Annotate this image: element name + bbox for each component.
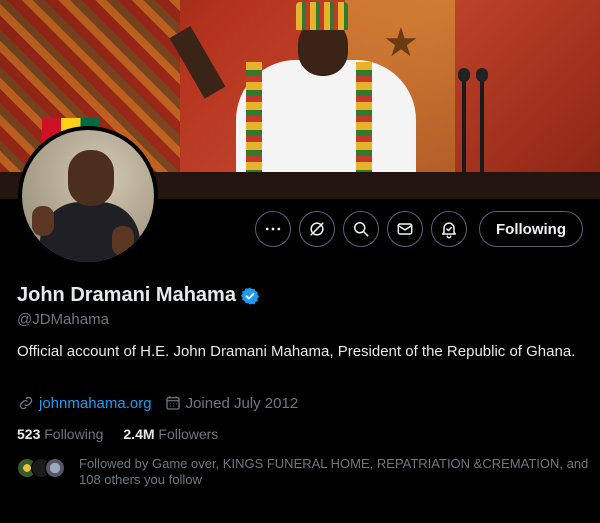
notifications-button[interactable] xyxy=(431,211,468,247)
followers-label: Followers xyxy=(158,426,219,442)
banner-mic xyxy=(458,68,470,82)
avatar-head xyxy=(68,150,114,206)
following-button[interactable]: Following xyxy=(479,211,583,247)
avatar-hand xyxy=(112,226,134,256)
profile-name-row: John Dramani Mahama xyxy=(17,284,260,307)
more-icon xyxy=(265,227,281,231)
profile-handle: @JDMahama xyxy=(17,311,109,328)
profile-meta: johnmahama.org Joined July 2012 xyxy=(17,394,298,412)
followed-by-text: Followed by Game over, KINGS FUNERAL HOM… xyxy=(79,456,589,487)
banner-gold-star: ★ xyxy=(383,21,419,65)
search-icon xyxy=(354,222,369,237)
follower-avatars xyxy=(17,458,71,478)
following-stat[interactable]: 523 Following xyxy=(17,426,103,442)
website-link[interactable]: johnmahama.org xyxy=(39,395,152,412)
grok-button[interactable] xyxy=(299,211,336,247)
calendar-icon xyxy=(165,396,180,410)
link-icon xyxy=(19,396,33,410)
joined-date: Joined July 2012 xyxy=(185,394,299,412)
profile-bio: Official account of H.E. John Dramani Ma… xyxy=(17,343,576,360)
profile-avatar[interactable] xyxy=(18,126,158,266)
message-icon xyxy=(397,223,413,235)
followers-stat[interactable]: 2.4M Followers xyxy=(123,426,218,442)
profile-actions: Following xyxy=(255,211,583,247)
banner-mic xyxy=(476,68,488,82)
following-count: 523 xyxy=(17,426,41,442)
follower-avatar xyxy=(45,458,65,478)
profile-name: John Dramani Mahama xyxy=(17,284,236,306)
banner-figure-hat xyxy=(296,2,348,30)
avatar-image xyxy=(22,130,154,262)
grok-icon xyxy=(310,222,324,236)
followed-by[interactable]: Followed by Game over, KINGS FUNERAL HOM… xyxy=(17,456,589,488)
joined-item: Joined July 2012 xyxy=(164,394,299,412)
search-button[interactable] xyxy=(343,211,380,247)
more-button[interactable] xyxy=(255,211,292,247)
verified-badge-icon[interactable] xyxy=(240,286,260,306)
message-button[interactable] xyxy=(387,211,424,247)
followers-count: 2.4M xyxy=(123,426,155,442)
profile-stats: 523 Following 2.4M Followers xyxy=(17,426,218,442)
website-item: johnmahama.org xyxy=(17,394,152,412)
following-label: Following xyxy=(44,426,104,442)
notifications-icon xyxy=(442,222,457,239)
avatar-hand xyxy=(32,206,54,236)
